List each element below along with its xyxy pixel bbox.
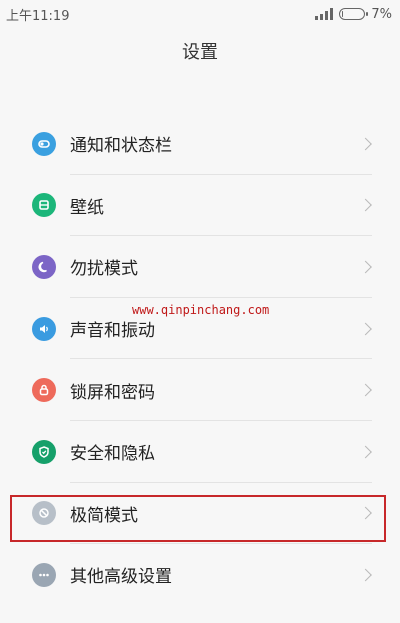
- lock-icon: [32, 378, 56, 403]
- settings-item-security[interactable]: 安全和隐私: [0, 421, 400, 483]
- signal-icon: [315, 8, 334, 20]
- settings-item-minimal-mode[interactable]: 极简模式: [0, 483, 400, 545]
- chevron-right-icon: [359, 506, 372, 520]
- settings-screen: 上午11:19 7% 设置 通知和状态栏 壁纸 勿扰模式 声音和振动 锁屏和密码…: [0, 0, 400, 623]
- battery-fill: [342, 11, 344, 17]
- settings-item-lock-screen[interactable]: 锁屏和密码: [0, 359, 400, 421]
- battery-icon: [339, 8, 369, 20]
- shield-icon: [32, 439, 56, 464]
- chevron-right-icon: [359, 199, 372, 212]
- speaker-icon: [32, 316, 56, 341]
- more-icon: [32, 562, 56, 587]
- settings-item-wallpaper[interactable]: 壁纸: [0, 175, 400, 237]
- moon-icon: [32, 254, 56, 279]
- wallpaper-icon: [32, 193, 56, 218]
- watermark: www.qinpinchang.com: [132, 303, 270, 317]
- battery-percent: 7%: [371, 6, 392, 22]
- settings-item-label: 锁屏和密码: [70, 382, 155, 403]
- settings-item-label: 壁纸: [70, 197, 104, 218]
- chevron-right-icon: [359, 445, 372, 459]
- chevron-right-icon: [359, 260, 372, 274]
- settings-item-label: 极简模式: [70, 505, 138, 526]
- page-title-bar: 设置: [0, 28, 400, 74]
- chevron-right-icon: [359, 568, 372, 582]
- notification-icon: [32, 131, 56, 156]
- settings-item-do-not-disturb[interactable]: 勿扰模式: [0, 236, 400, 298]
- status-right: 7%: [315, 7, 392, 22]
- chevron-right-icon: [359, 137, 372, 151]
- settings-item-label: 其他高级设置: [70, 567, 172, 588]
- minimal-mode-icon: [32, 501, 56, 526]
- page-title: 设置: [182, 42, 218, 63]
- status-time: 上午11:19: [6, 8, 70, 24]
- settings-item-notifications[interactable]: 通知和状态栏: [0, 113, 400, 175]
- settings-item-label: 勿扰模式: [70, 259, 138, 280]
- settings-item-label: 安全和隐私: [70, 444, 155, 465]
- status-bar: 上午11:19 7%: [0, 0, 400, 28]
- settings-item-label: 声音和振动: [70, 321, 155, 342]
- chevron-right-icon: [359, 322, 372, 335]
- settings-list: 通知和状态栏 壁纸 勿扰模式 声音和振动 锁屏和密码 安全和隐私 极简模式 其他…: [0, 113, 400, 606]
- chevron-right-icon: [359, 383, 372, 397]
- settings-item-label: 通知和状态栏: [70, 136, 172, 157]
- settings-item-advanced[interactable]: 其他高级设置: [0, 544, 400, 606]
